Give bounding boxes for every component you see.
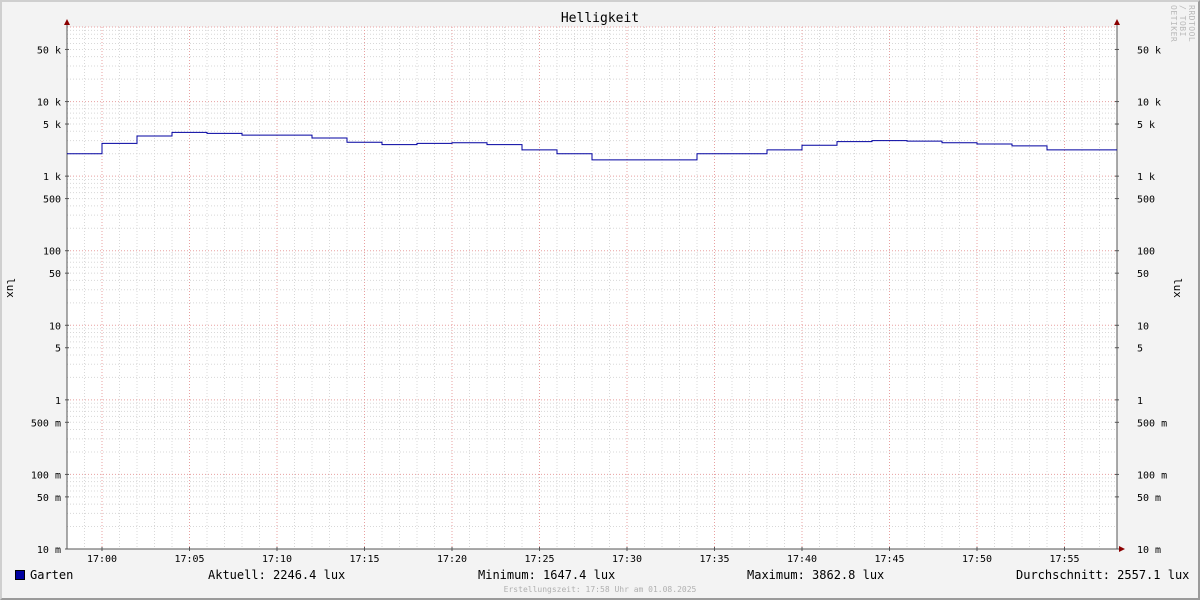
y-tick-label-left: 100 m xyxy=(31,470,61,481)
y-tick-label-right: 10 k xyxy=(1137,98,1161,109)
x-tick-label: 17:10 xyxy=(262,554,292,565)
y-tick-label-right: 100 xyxy=(1137,247,1155,258)
y-tick-label-right: 50 m xyxy=(1137,493,1161,504)
y-tick-label-right: 10 m xyxy=(1137,545,1161,556)
x-tick-label: 17:40 xyxy=(787,554,817,565)
y-tick-label-left: 50 m xyxy=(37,493,61,504)
x-tick-label: 17:15 xyxy=(349,554,379,565)
y-tick-label-right: 1 k xyxy=(1137,172,1155,183)
y-tick-label-right: 100 m xyxy=(1137,470,1167,481)
x-tick-label: 17:50 xyxy=(962,554,992,565)
y-tick-label-left: 1 k xyxy=(43,172,61,183)
y-tick-label-left: 1 xyxy=(55,396,61,407)
y-tick-label-left: 10 k xyxy=(37,98,61,109)
y-axis-arrow-right xyxy=(1114,19,1120,25)
x-tick-label: 17:55 xyxy=(1049,554,1079,565)
y-tick-label-right: 50 xyxy=(1137,269,1149,280)
x-tick-label: 17:05 xyxy=(174,554,204,565)
y-tick-label-right: 10 xyxy=(1137,321,1149,332)
x-tick-label: 17:30 xyxy=(612,554,642,565)
y-tick-label-left: 100 xyxy=(43,247,61,258)
y-tick-label-left: 5 xyxy=(55,344,61,355)
y-tick-label-right: 500 m xyxy=(1137,418,1167,429)
y-tick-label-left: 10 m xyxy=(37,545,61,556)
y-tick-label-left: 500 m xyxy=(31,418,61,429)
x-tick-label: 17:35 xyxy=(699,554,729,565)
y-tick-label-left: 50 k xyxy=(37,45,61,56)
x-tick-labels: 17:00 17:05 17:10 17:15 17:20 17:25 17:30 17:35… xyxy=(87,547,1080,565)
y-tick-label-right: 1 xyxy=(1137,396,1143,407)
x-tick-label: 17:25 xyxy=(524,554,554,565)
legend-current: Aktuell: 2246.4 lux xyxy=(208,568,346,582)
y-tick-label-left: 500 xyxy=(43,195,61,206)
legend-maximum: Maximum: 3862.8 lux xyxy=(747,568,885,582)
x-tick-label: 17:00 xyxy=(87,554,117,565)
y-tick-label-right: 50 k xyxy=(1137,45,1161,56)
x-tick-label: 17:45 xyxy=(874,554,904,565)
y-tick-label-left: 50 xyxy=(49,269,61,280)
y-tick-label-left: 5 k xyxy=(43,120,61,131)
footer-timestamp: Erstellungszeit: 17:58 Uhr am 01.08.2025 xyxy=(503,585,697,594)
legend-average: Durchschnitt: 2557.1 lux xyxy=(1016,568,1190,582)
chart-svg: 50 k 50 k 10 k 10 k 5 k 5 k 1 k 1 k 500 500 100 100… xyxy=(31,19,1167,565)
y-axis-arrow-left xyxy=(64,19,70,25)
x-tick-label: 17:20 xyxy=(437,554,467,565)
legend-series-name: Garten xyxy=(30,568,74,582)
legend: Garten Aktuell: 2246.4 lux Minimum: 1647… xyxy=(0,568,1200,584)
y-tick-label-right: 5 xyxy=(1137,344,1143,355)
x-axis-arrow xyxy=(1119,546,1125,552)
y-tick-label-right: 5 k xyxy=(1137,120,1155,131)
y-tick-label-left: 10 xyxy=(49,321,61,332)
y-tick-label-right: 500 xyxy=(1137,195,1155,206)
legend-minimum: Minimum: 1647.4 lux xyxy=(478,568,616,582)
